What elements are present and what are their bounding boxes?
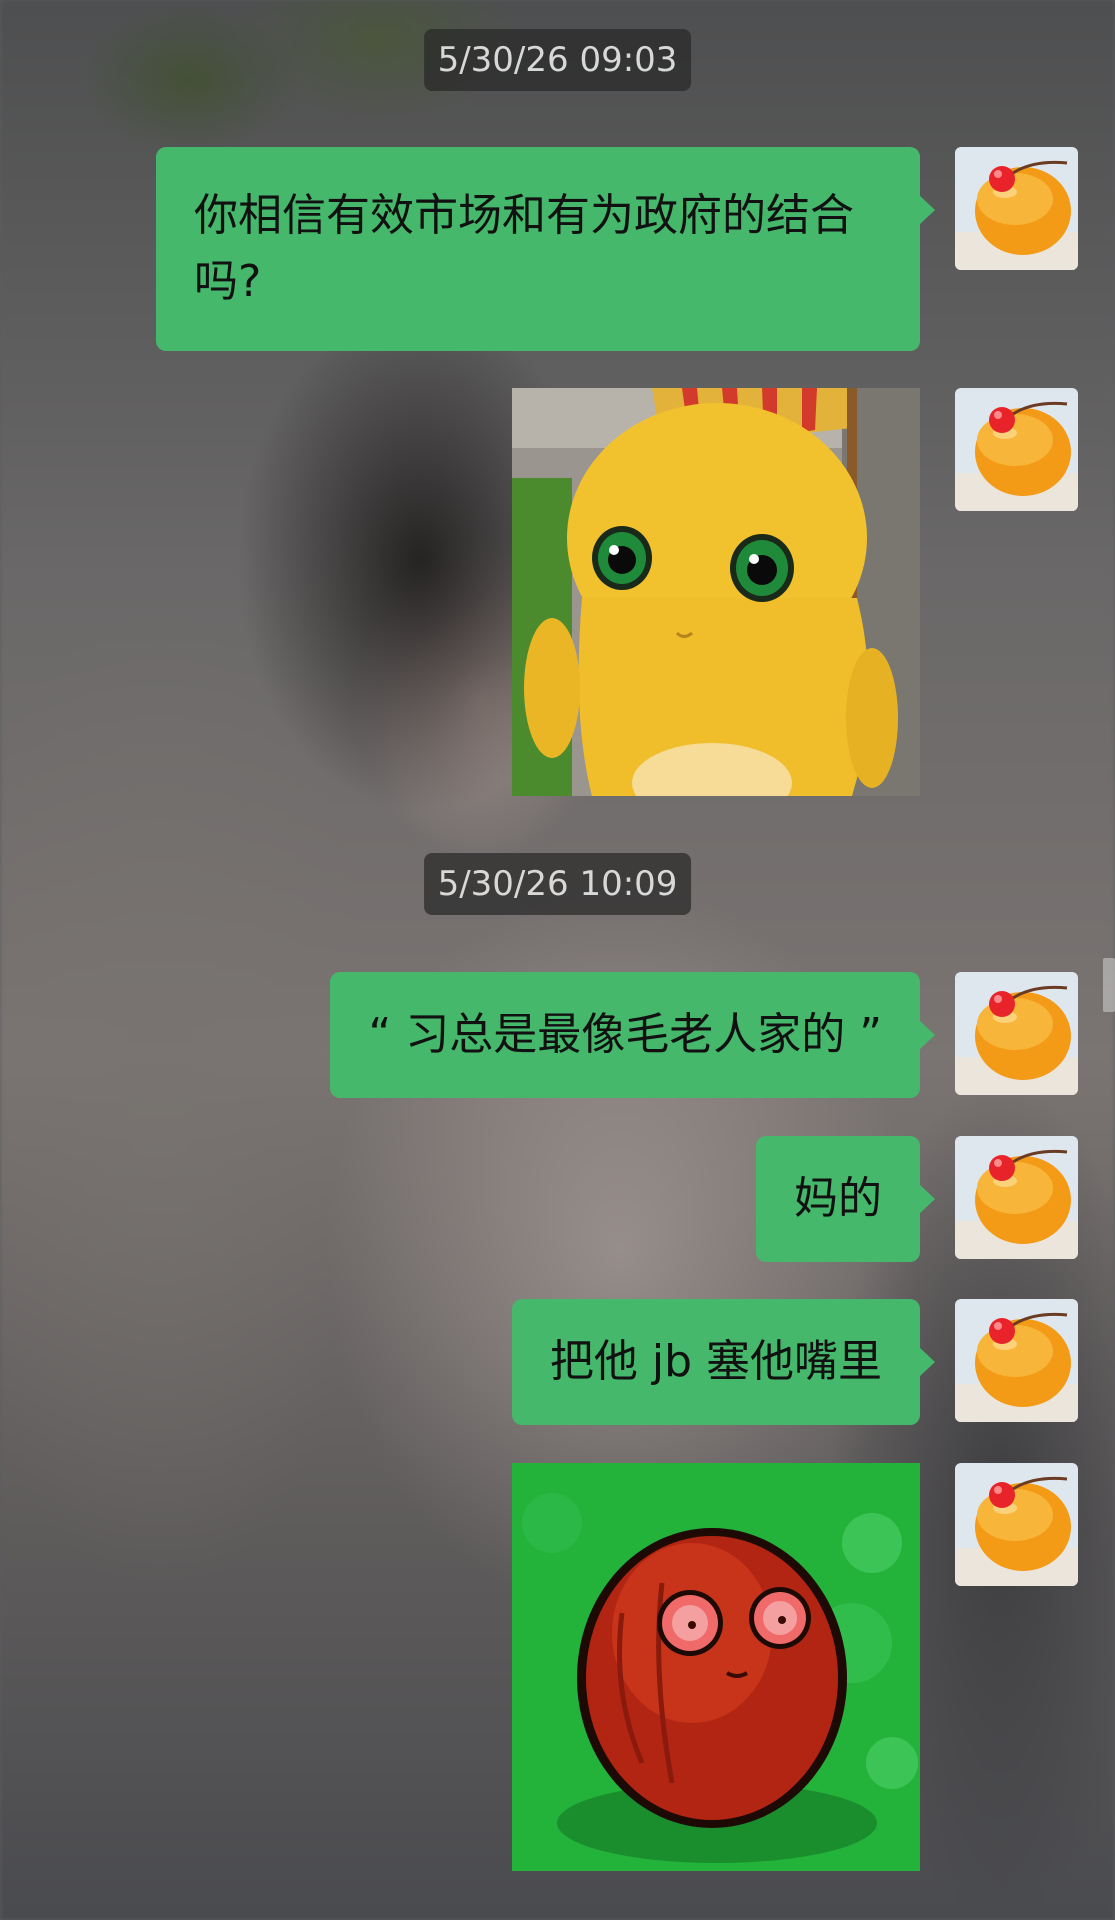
- mango-pudding-icon: [955, 147, 1078, 270]
- message-timestamp: 5/30/26 10:09: [423, 853, 692, 915]
- message-timestamp: 5/30/26 09:03: [423, 29, 692, 91]
- mango-pudding-icon: [955, 972, 1078, 1095]
- user-avatar[interactable]: [955, 1136, 1078, 1259]
- sticker-image-message[interactable]: [512, 388, 920, 796]
- user-avatar[interactable]: [955, 147, 1078, 270]
- yellow-cartoon-creature-icon: [512, 388, 920, 796]
- mango-pudding-icon: [955, 388, 1078, 511]
- mango-pudding-icon: [955, 1299, 1078, 1422]
- message-text: 你相信有效市场和有为政府的结合吗?: [194, 190, 854, 307]
- message-bubble[interactable]: 妈的: [756, 1136, 935, 1262]
- sticker-image-message[interactable]: [512, 1463, 920, 1871]
- mango-pudding-icon: [955, 1463, 1078, 1586]
- red-wall-nut-icon: [512, 1463, 920, 1871]
- user-avatar[interactable]: [955, 1463, 1078, 1586]
- scrollbar-thumb[interactable]: [1103, 958, 1115, 1012]
- message-bubble[interactable]: 把他 jb 塞他嘴里: [511, 1299, 936, 1425]
- message-text: 妈的: [794, 1173, 882, 1224]
- message-text: “ 习总是最像毛老人家的 ”: [368, 1009, 882, 1060]
- message-bubble[interactable]: 你相信有效市场和有为政府的结合吗?: [156, 147, 935, 351]
- user-avatar[interactable]: [955, 972, 1078, 1095]
- message-text: 把他 jb 塞他嘴里: [549, 1336, 882, 1387]
- user-avatar[interactable]: [955, 1299, 1078, 1422]
- user-avatar[interactable]: [955, 388, 1078, 511]
- message-bubble[interactable]: “ 习总是最像毛老人家的 ”: [330, 972, 935, 1098]
- mango-pudding-icon: [955, 1136, 1078, 1259]
